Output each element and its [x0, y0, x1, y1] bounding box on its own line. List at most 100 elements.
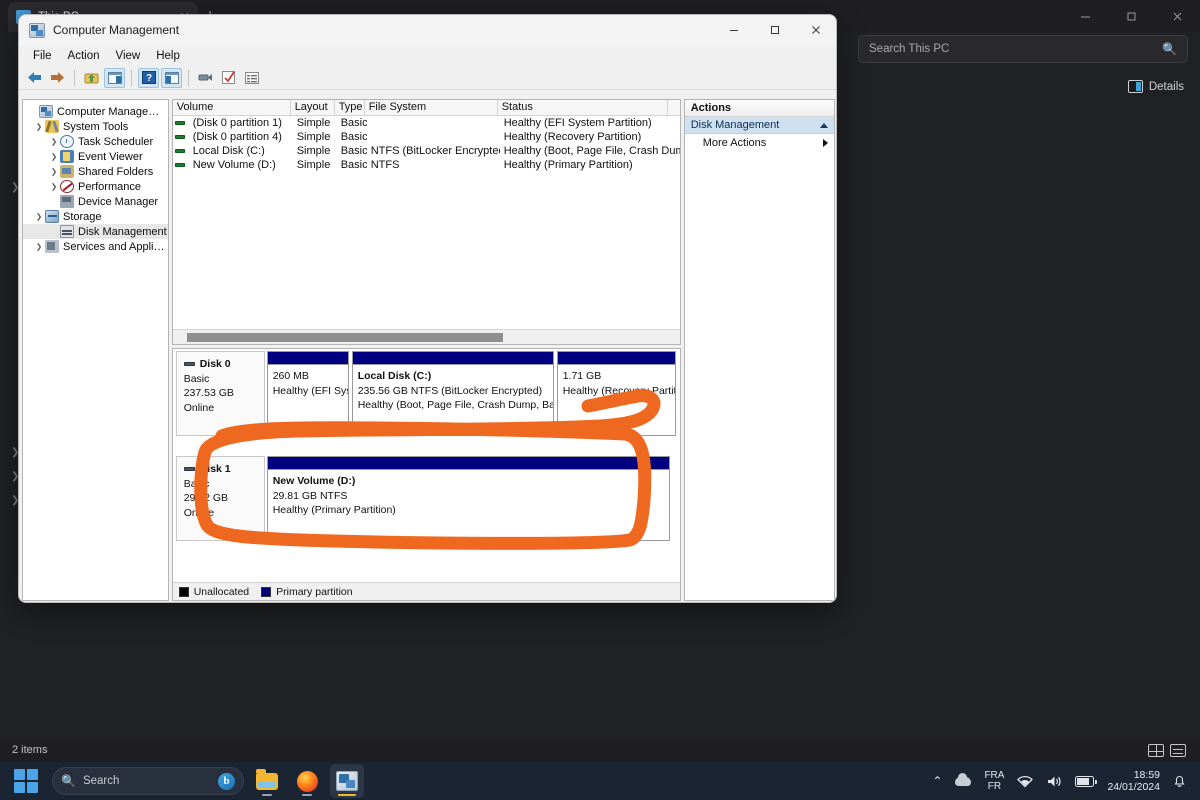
partition-size: 260 MB: [272, 370, 309, 382]
refresh-icon[interactable]: [195, 68, 216, 88]
tree-item-disk-management[interactable]: Disk Management: [23, 224, 168, 239]
wifi-icon[interactable]: [1017, 775, 1034, 788]
console-tree[interactable]: Computer Management (Local) ❯ System Too…: [22, 99, 169, 601]
cm-close-icon[interactable]: [795, 15, 836, 46]
chevron-down-icon[interactable]: ❯: [33, 122, 45, 131]
window-title: Computer Management: [53, 23, 180, 37]
taskbar-running-indicator: [302, 793, 312, 796]
partition-status: Healthy (Boot, Page File, Crash Dump, Ba: [357, 399, 554, 411]
menu-help[interactable]: Help: [148, 48, 188, 64]
chevron-down-icon[interactable]: ❯: [33, 212, 45, 221]
chevron-right-icon[interactable]: ❯: [48, 167, 60, 176]
cm-titlebar: Computer Management: [19, 15, 836, 46]
tree-item-performance[interactable]: ❯ Performance: [23, 179, 168, 194]
cm-minimize-icon[interactable]: [713, 15, 754, 46]
disk-block-1[interactable]: Disk 1 Basic 29.82 GB Online New Volume …: [175, 456, 677, 541]
cell-layout: Simple: [296, 117, 331, 129]
disk-icon: [183, 362, 195, 367]
volume-icon[interactable]: [1046, 775, 1062, 788]
column-header-file-system[interactable]: File System: [365, 100, 498, 115]
legend-swatch-primary: [261, 586, 272, 597]
chevron-right-icon[interactable]: ❯: [48, 182, 60, 191]
taskbar-app-firefox[interactable]: [290, 764, 324, 798]
clock[interactable]: 18:59 24/01/2024: [1107, 769, 1160, 794]
action-more-actions[interactable]: More Actions: [685, 134, 834, 151]
column-header-status[interactable]: Status: [498, 100, 668, 115]
partition-recovery[interactable]: 1.71 GB Healthy (Recovery Partit: [556, 351, 676, 436]
language-indicator[interactable]: FRA FR: [984, 770, 1004, 792]
actions-group-disk-management[interactable]: Disk Management: [684, 117, 834, 134]
taskbar-search-label: Search: [82, 775, 120, 787]
taskbar: 🔍 Search b ⌃ FRA FR 18:59 24/01/2024: [0, 762, 1200, 800]
forward-arrow-icon[interactable]: [47, 68, 68, 88]
legend-label: Primary partition: [276, 585, 353, 598]
table-row[interactable]: New Volume (D:) Simple Basic NTFS Health…: [173, 158, 680, 172]
volume-list-horizontal-scrollbar[interactable]: [172, 329, 680, 344]
computer-management-icon: [29, 22, 45, 38]
partition-new-volume-d[interactable]: New Volume (D:) 29.81 GB NTFS Healthy (P…: [266, 456, 670, 541]
menu-view[interactable]: View: [108, 48, 149, 64]
scrollbar-thumb[interactable]: [186, 333, 503, 342]
explorer-minimize-icon[interactable]: [1062, 0, 1108, 32]
onedrive-icon[interactable]: [955, 772, 972, 786]
disk-label: Disk 0: [199, 358, 231, 370]
partition-efi[interactable]: 260 MB Healthy (EFI Syst: [266, 351, 349, 436]
table-row[interactable]: (Disk 0 partition 4) Simple Basic Health…: [173, 130, 680, 144]
actions-pane[interactable]: Actions Disk Management More Actions: [683, 99, 835, 601]
search-input[interactable]: Search This PC 🔍: [858, 35, 1188, 63]
tree-item-device-manager[interactable]: Device Manager: [23, 194, 168, 209]
back-arrow-icon[interactable]: [24, 68, 45, 88]
volume-table-body: (Disk 0 partition 1) Simple Basic Health…: [173, 116, 680, 344]
tree-item-label: System Tools: [63, 120, 129, 133]
properties-icon[interactable]: [218, 68, 239, 88]
details-pane-button[interactable]: Details: [1127, 80, 1184, 93]
caret-right-icon[interactable]: [823, 138, 828, 147]
chevron-right-icon[interactable]: ❯: [33, 242, 45, 251]
disk-graphical-view[interactable]: Disk 0 Basic 237.53 GB Online 260 MB Hea…: [171, 348, 681, 601]
disk-management-icon: [60, 225, 74, 238]
bing-icon[interactable]: b: [218, 772, 235, 790]
tree-item-storage[interactable]: ❯ Storage: [23, 209, 168, 224]
chevron-right-icon[interactable]: ❯: [48, 152, 60, 161]
chevron-right-icon[interactable]: ❯: [48, 137, 60, 146]
tree-item-system-tools[interactable]: ❯ System Tools: [23, 119, 168, 134]
start-button[interactable]: [14, 769, 38, 793]
tree-item-computer-management[interactable]: Computer Management (Local): [23, 104, 168, 119]
battery-icon[interactable]: [1075, 775, 1098, 787]
computer-management-window[interactable]: Computer Management File Action View Hel…: [18, 14, 837, 603]
caret-up-icon[interactable]: [820, 122, 828, 128]
list-view-icon[interactable]: [1170, 744, 1186, 757]
tree-item-shared-folders[interactable]: ❯ Shared Folders: [23, 164, 168, 179]
bell-icon[interactable]: [1173, 774, 1186, 788]
disk-size: 29.82 GB: [183, 492, 229, 504]
cm-maximize-icon[interactable]: [754, 15, 795, 46]
tray-overflow-icon[interactable]: ⌃: [932, 774, 942, 788]
help-icon[interactable]: ?: [138, 67, 159, 88]
tree-item-services-and-applications[interactable]: ❯ Services and Applications: [23, 239, 168, 254]
column-header-layout[interactable]: Layout: [291, 100, 335, 115]
taskbar-search-input[interactable]: 🔍 Search b: [52, 767, 244, 795]
explorer-maximize-icon[interactable]: [1108, 0, 1154, 32]
grid-view-icon[interactable]: [1148, 744, 1164, 757]
table-row[interactable]: Local Disk (C:) Simple Basic NTFS (BitLo…: [173, 144, 680, 158]
menu-file[interactable]: File: [25, 48, 60, 64]
up-folder-icon[interactable]: [81, 68, 102, 88]
show-hide-tree-icon[interactable]: [104, 67, 125, 88]
column-header-volume[interactable]: Volume: [173, 100, 291, 115]
list-view-icon[interactable]: [241, 68, 262, 88]
disk-block-0[interactable]: Disk 0 Basic 237.53 GB Online 260 MB Hea…: [175, 351, 677, 436]
partition-local-disk-c[interactable]: Local Disk (C:) 235.56 GB NTFS (BitLocke…: [351, 351, 554, 436]
show-hide-action-pane-icon[interactable]: [161, 67, 182, 88]
volume-list-pane[interactable]: Volume Layout Type File System Status (D…: [171, 99, 681, 345]
menu-action[interactable]: Action: [60, 48, 108, 64]
explorer-close-icon[interactable]: [1154, 0, 1200, 32]
tree-item-task-scheduler[interactable]: ❯ Task Scheduler: [23, 134, 168, 149]
tree-item-label: Task Scheduler: [78, 135, 154, 148]
taskbar-app-computer-management[interactable]: [330, 764, 364, 798]
table-row[interactable]: (Disk 0 partition 1) Simple Basic Health…: [173, 116, 680, 130]
disk-state: Online: [183, 506, 215, 519]
event-viewer-icon: [60, 150, 74, 163]
taskbar-app-file-explorer[interactable]: [250, 764, 284, 798]
column-header-type[interactable]: Type: [335, 100, 365, 115]
tree-item-event-viewer[interactable]: ❯ Event Viewer: [23, 149, 168, 164]
